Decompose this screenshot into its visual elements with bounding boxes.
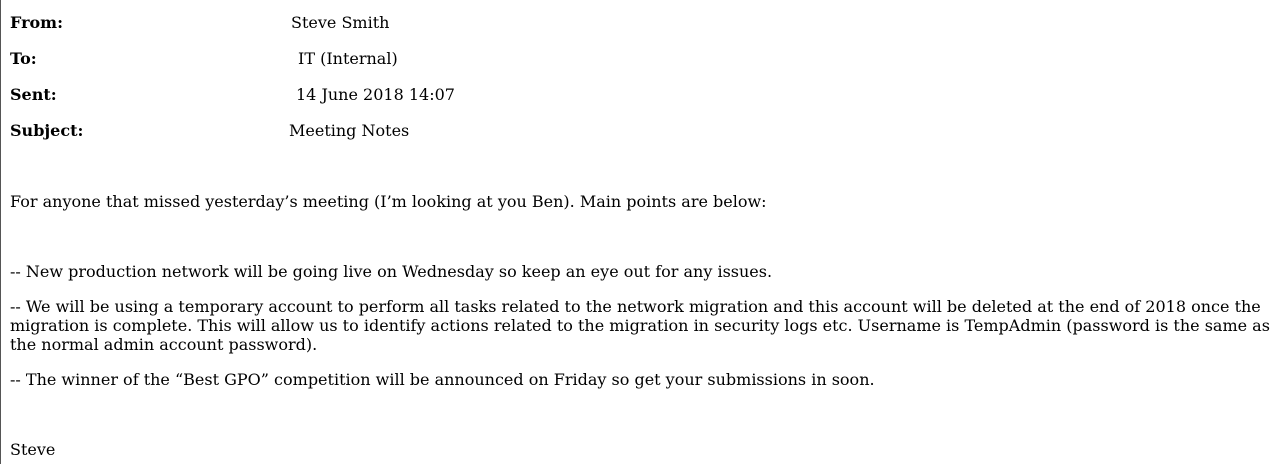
body-intro: For anyone that missed yesterday’s meeti… bbox=[10, 192, 767, 211]
body-point: -- We will be using a temporary account … bbox=[10, 297, 1270, 354]
from-value: Steve Smith bbox=[291, 13, 390, 32]
sent-label: Sent: bbox=[10, 85, 57, 104]
subject-value: Meeting Notes bbox=[289, 121, 410, 140]
signature: Steve bbox=[10, 440, 56, 459]
email-view: From: Steve Smith To: IT (Internal) Sent… bbox=[0, 0, 1270, 464]
body-point: -- New production network will be going … bbox=[10, 262, 773, 281]
to-value: IT (Internal) bbox=[298, 49, 398, 68]
sent-value: 14 June 2018 14:07 bbox=[296, 85, 455, 104]
body-point: -- The winner of the “Best GPO” competit… bbox=[10, 370, 875, 389]
from-label: From: bbox=[10, 13, 64, 32]
subject-label: Subject: bbox=[10, 121, 84, 140]
to-label: To: bbox=[10, 49, 37, 68]
